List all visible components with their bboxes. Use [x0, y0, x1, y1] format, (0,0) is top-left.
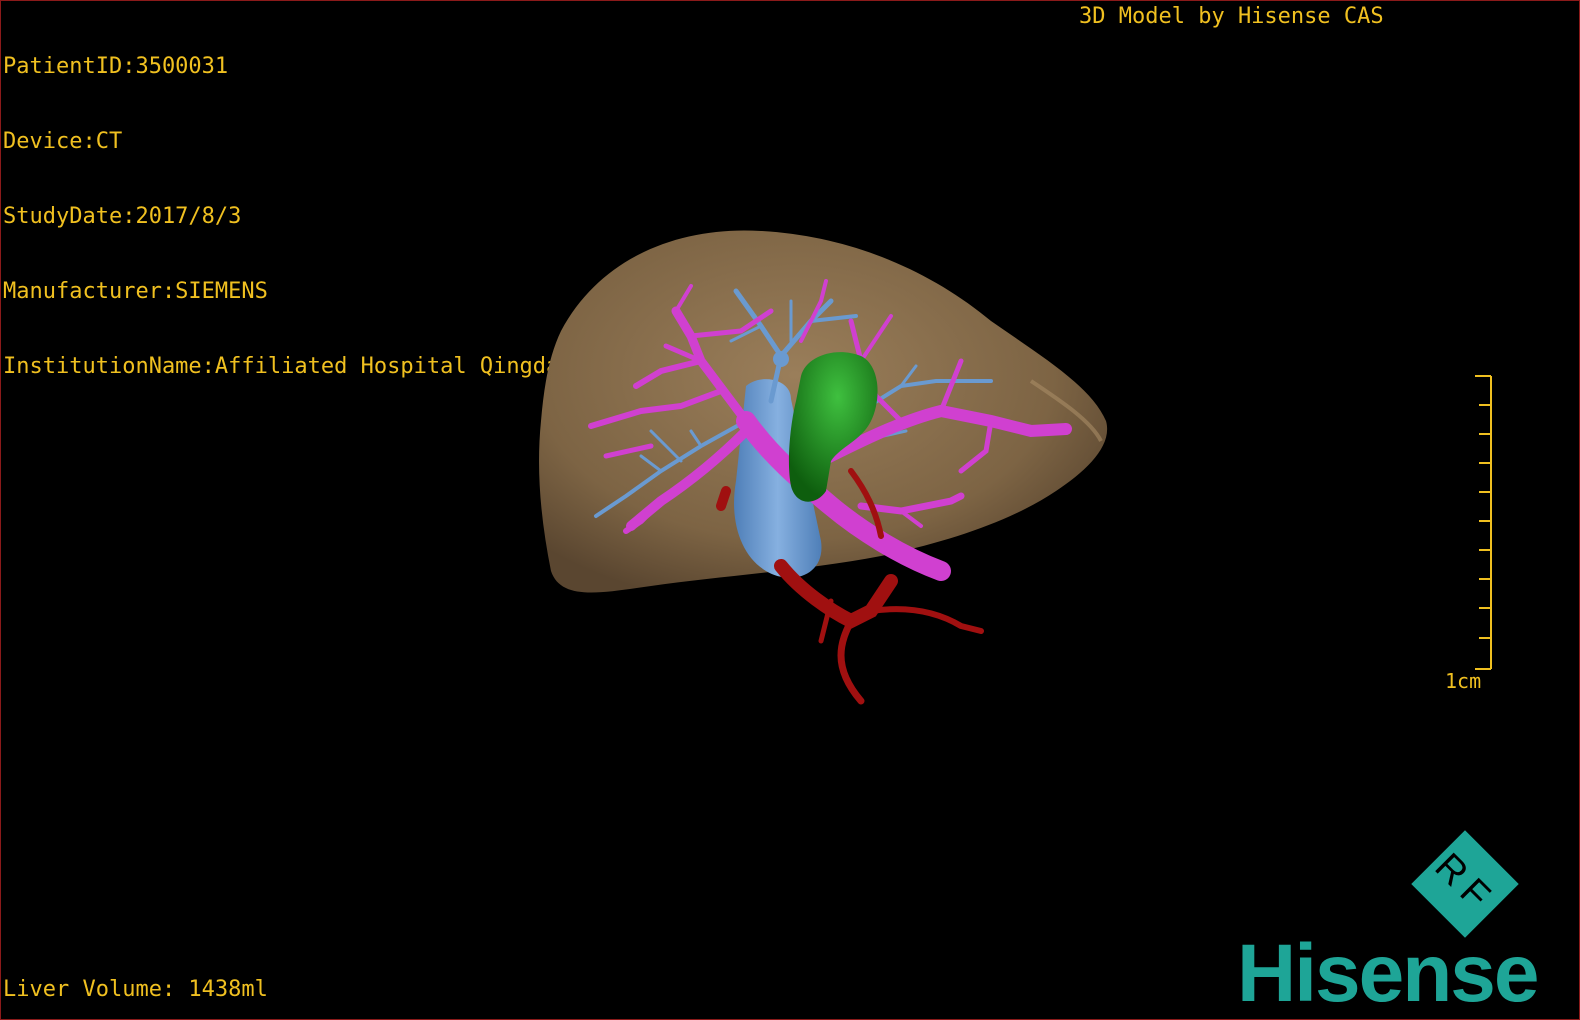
liver-volume-text: Liver Volume: 1438ml — [3, 977, 268, 1002]
render-viewport[interactable]: PatientID:3500031 Device:CT StudyDate:20… — [0, 0, 1580, 1020]
hisense-logo: Hisense — [1237, 928, 1540, 1019]
scale-bar — [1475, 375, 1492, 670]
scale-bar-label: 1cm — [1445, 669, 1482, 693]
liver-3d-model[interactable] — [1, 1, 1580, 1020]
